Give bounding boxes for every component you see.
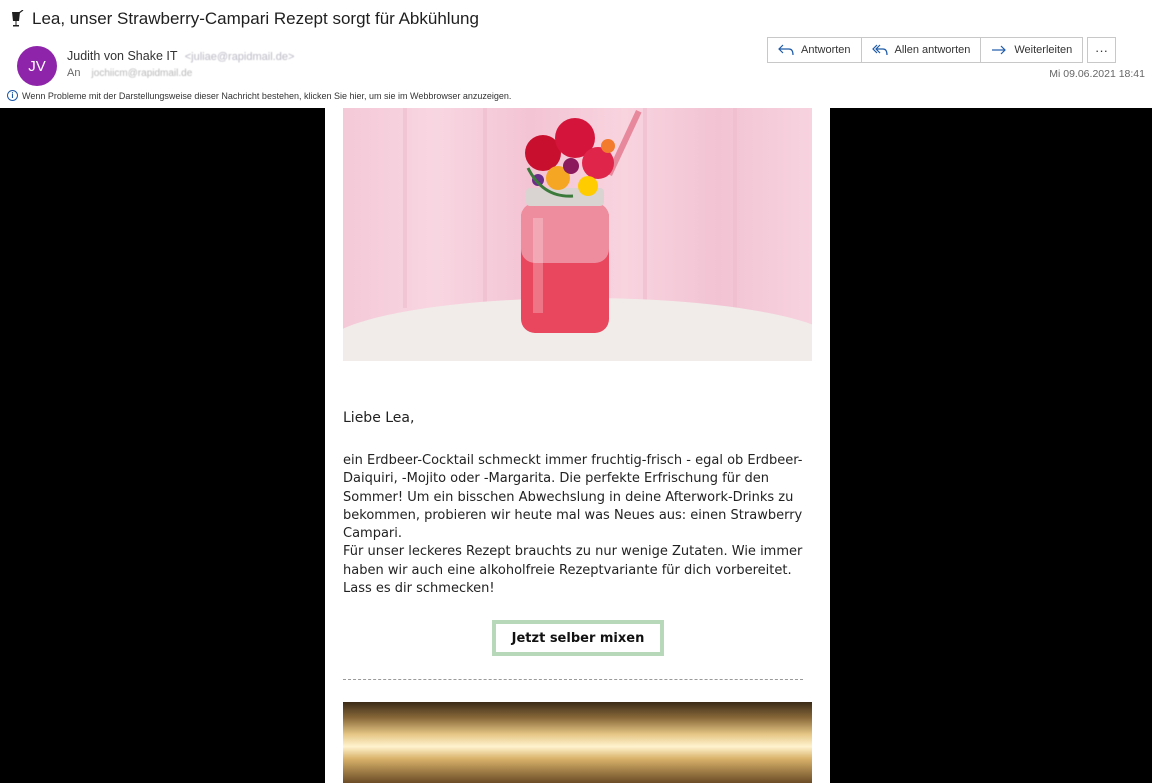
- message-actions: Antworten Allen antworten Weiterleiten: [767, 37, 1084, 63]
- reply-all-icon: [871, 44, 888, 56]
- email-body-backdrop: Liebe Lea, ein Erdbeer-Cocktail schmeckt…: [0, 108, 1152, 783]
- email-paragraph: Für unser leckeres Rezept brauchts zu nu…: [343, 544, 803, 597]
- recipient-line: An jochiicm@rapidmail.de: [67, 67, 192, 79]
- drink-glass-icon: [10, 9, 24, 28]
- info-icon: i: [7, 90, 18, 101]
- avatar[interactable]: JV: [17, 46, 57, 86]
- mix-now-button[interactable]: Jetzt selber mixen: [492, 620, 664, 656]
- reply-button[interactable]: Antworten: [767, 37, 862, 63]
- email-subject: Lea, unser Strawberry-Campari Rezept sor…: [32, 9, 479, 28]
- sender-name[interactable]: Judith von Shake IT: [67, 49, 177, 63]
- sender-line: Judith von Shake IT <juliae@rapidmail.de…: [67, 49, 294, 63]
- info-text: Wenn Probleme mit der Darstellungsweise …: [22, 90, 512, 101]
- reply-all-label: Allen antworten: [894, 44, 971, 56]
- more-actions-button[interactable]: ···: [1087, 37, 1116, 63]
- sender-email: <juliae@rapidmail.de>: [184, 51, 295, 63]
- received-date: Mi 09.06.2021 18:41: [1049, 68, 1145, 80]
- webview-info-bar[interactable]: i Wenn Probleme mit der Darstellungsweis…: [7, 90, 511, 101]
- reply-label: Antworten: [801, 44, 851, 56]
- reply-all-button[interactable]: Allen antworten: [860, 37, 982, 63]
- bar-lights-image: [343, 702, 812, 783]
- email-paragraph: ein Erdbeer-Cocktail schmeckt immer fruc…: [343, 453, 803, 542]
- subject-row: Lea, unser Strawberry-Campari Rezept sor…: [10, 8, 479, 30]
- divider: [343, 679, 803, 680]
- forward-label: Weiterleiten: [1014, 44, 1073, 56]
- reply-icon: [778, 44, 794, 56]
- forward-icon: [992, 45, 1007, 55]
- forward-button[interactable]: Weiterleiten: [980, 37, 1084, 63]
- email-content: Liebe Lea, ein Erdbeer-Cocktail schmeckt…: [325, 108, 830, 783]
- email-text: ein Erdbeer-Cocktail schmeckt immer fruc…: [343, 452, 818, 598]
- to-label: An: [67, 67, 81, 79]
- recipient-address: jochiicm@rapidmail.de: [91, 68, 193, 79]
- cocktail-hero-image: [343, 108, 812, 361]
- email-greeting: Liebe Lea,: [343, 410, 415, 426]
